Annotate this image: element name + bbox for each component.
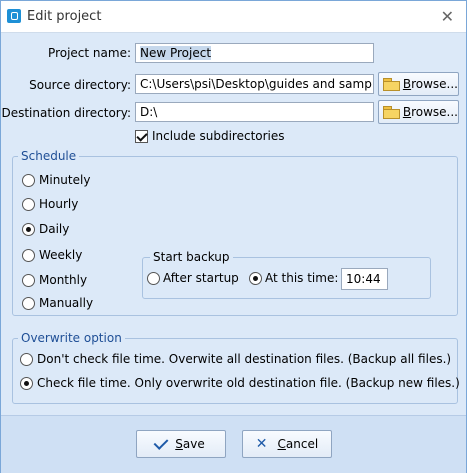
radio-hourly-label: Hourly	[39, 197, 79, 211]
radio-dont-check-file-time-label: Don't check file time. Overwite all dest…	[37, 352, 452, 366]
radio-weekly[interactable]	[22, 249, 35, 262]
radio-dont-check-file-time[interactable]	[20, 353, 33, 366]
overwrite-option-group	[12, 338, 458, 404]
radio-minutely-label: Minutely	[39, 173, 91, 187]
browse-label: rowse...	[411, 77, 458, 91]
include-subdirectories-label: Include subdirectories	[152, 129, 285, 143]
cancel-x-icon: ✕	[255, 436, 268, 452]
app-icon	[7, 9, 21, 23]
radio-manually[interactable]	[22, 297, 35, 310]
close-icon[interactable]: ✕	[441, 7, 454, 26]
title-bar: Edit project ✕	[1, 1, 466, 33]
radio-daily[interactable]	[22, 223, 35, 236]
radio-weekly-label: Weekly	[39, 248, 83, 262]
source-directory-input[interactable]: C:\Users\psi\Desktop\guides and samples\…	[135, 74, 374, 94]
source-directory-label: Source directory:	[29, 78, 131, 92]
cancel-label: ancel	[285, 437, 319, 451]
radio-minutely[interactable]	[22, 174, 35, 187]
destination-directory-input[interactable]: D:\	[135, 102, 374, 122]
project-name-input[interactable]: New Project	[135, 43, 374, 63]
start-backup-group-title: Start backup	[150, 250, 233, 264]
save-label: ave	[182, 437, 205, 451]
browse-label: rowse...	[411, 105, 458, 119]
browse-accelerator: B	[402, 105, 412, 119]
save-accelerator: S	[175, 437, 183, 451]
radio-monthly-label: Monthly	[39, 273, 88, 287]
radio-manually-label: Manually	[39, 296, 94, 310]
project-name-label: Project name:	[48, 46, 131, 60]
folder-icon	[383, 78, 400, 91]
cancel-accelerator: C	[277, 437, 286, 451]
source-browse-button[interactable]: Browse...	[378, 72, 459, 96]
browse-accelerator: B	[402, 77, 412, 91]
window-title: Edit project	[27, 9, 102, 24]
destination-browse-button[interactable]: Browse...	[378, 100, 459, 124]
edit-project-dialog: Edit project ✕ Project name: New Project…	[0, 0, 467, 473]
project-name-value: New Project	[140, 46, 212, 60]
radio-at-this-time-label: At this time:	[265, 271, 339, 285]
radio-hourly[interactable]	[22, 198, 35, 211]
radio-daily-label: Daily	[39, 222, 70, 236]
overwrite-option-group-title: Overwrite option	[18, 331, 125, 345]
save-button[interactable]: Save	[136, 430, 226, 458]
schedule-group-title: Schedule	[18, 149, 80, 163]
cancel-button[interactable]: ✕ Cancel	[242, 430, 332, 458]
time-input[interactable]: 10:44	[341, 268, 388, 290]
radio-after-startup-label: After startup	[163, 271, 239, 285]
folder-icon	[383, 106, 400, 119]
radio-after-startup[interactable]	[147, 272, 160, 285]
checkmark-icon	[153, 435, 169, 450]
radio-at-this-time[interactable]	[249, 272, 262, 285]
radio-check-file-time[interactable]	[20, 377, 33, 390]
button-bar: Save ✕ Cancel	[1, 415, 466, 473]
radio-monthly[interactable]	[22, 274, 35, 287]
radio-check-file-time-label: Check file time. Only overwrite old dest…	[37, 376, 460, 390]
include-subdirectories-checkbox[interactable]	[135, 130, 148, 143]
destination-directory-label: Destination directory:	[1, 106, 131, 120]
